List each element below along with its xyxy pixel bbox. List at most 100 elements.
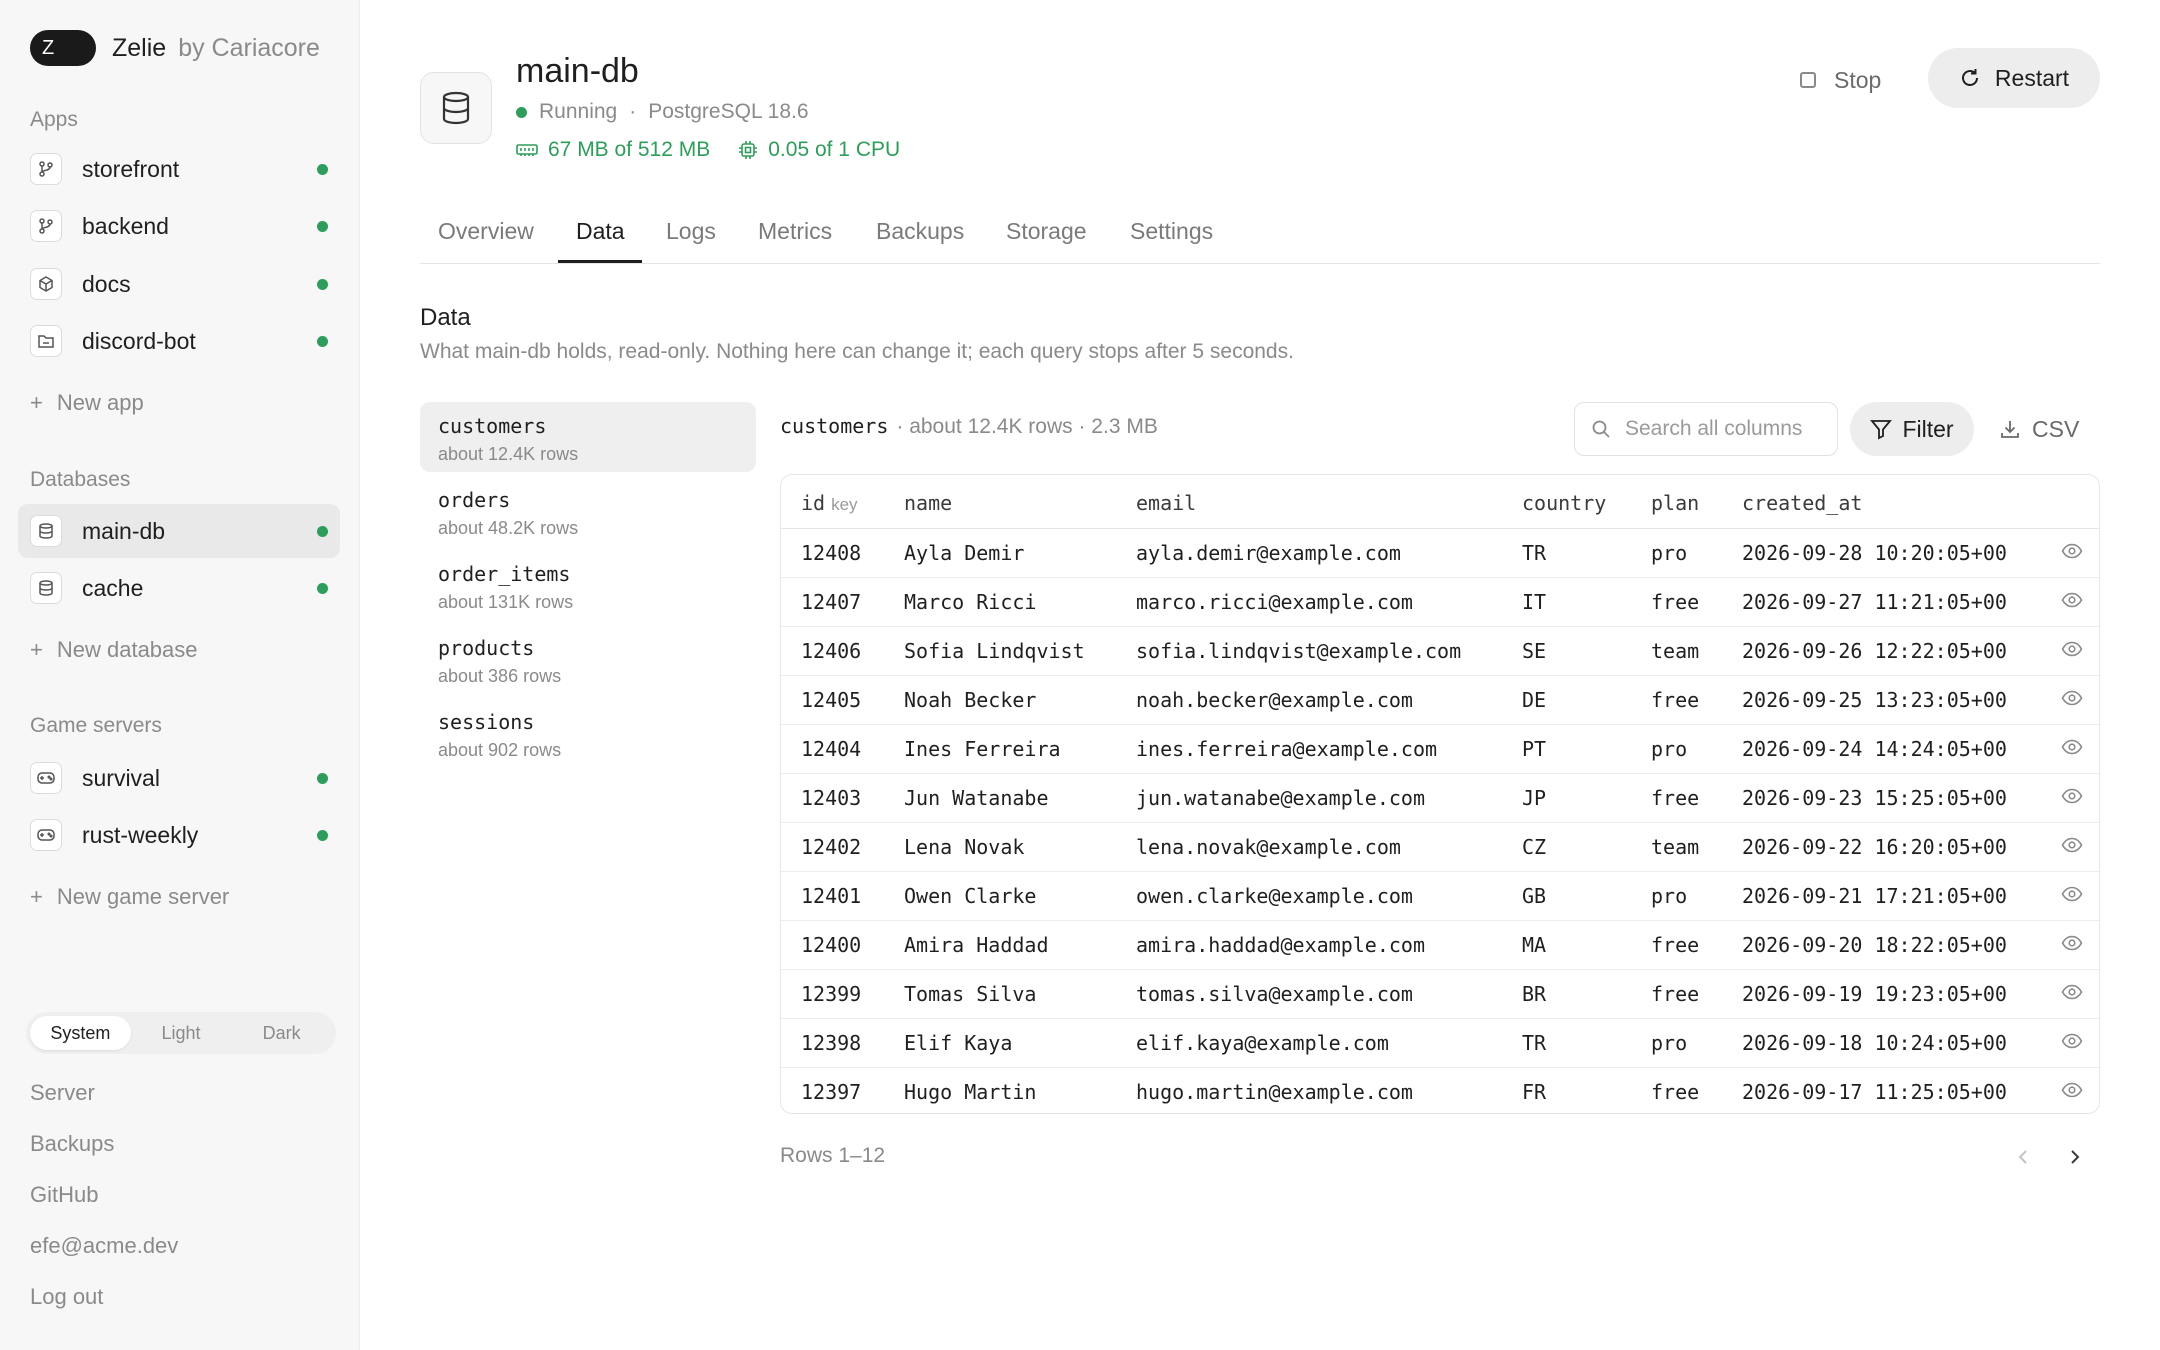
table-row[interactable]: 12404 Ines Ferreira ines.ferreira@example.… <box>781 725 2099 774</box>
table-list-item-customers[interactable]: customers about 12.4K rows <box>420 402 756 472</box>
sidebar-item-discord-bot[interactable]: discord-bot <box>18 314 340 368</box>
plus-icon: + <box>30 390 43 415</box>
stop-button[interactable]: Stop <box>1800 60 1881 100</box>
new-database-link[interactable]: + New database <box>30 637 198 663</box>
view-row-eye-icon[interactable] <box>2061 1033 2083 1054</box>
table-name: customers <box>438 414 547 438</box>
sidebar-item-survival[interactable]: survival <box>18 751 340 805</box>
table-list-item-order-items[interactable]: order_items about 131K rows <box>420 550 756 620</box>
brand[interactable]: Z Zelie by Cariacore <box>30 28 320 68</box>
column-header-created-at[interactable]: created_at <box>1742 491 1862 515</box>
table-row-count: about 131K rows <box>438 592 574 612</box>
table-row[interactable]: 12406 Sofia Lindqvist sofia.lindqvist@exam… <box>781 627 2099 676</box>
database-header-icon <box>420 72 492 144</box>
column-header-plan[interactable]: plan <box>1651 491 1699 515</box>
table-list-item-products[interactable]: products about 386 rows <box>420 624 756 694</box>
cell-name: Ayla Demir <box>904 541 1025 565</box>
view-row-eye-icon[interactable] <box>2061 1082 2083 1103</box>
sidebar: Z Zelie by Cariacore Apps storefront bac… <box>0 0 360 1350</box>
table-row[interactable]: 12399 Tomas Silva tomas.silva@example.com B… <box>781 970 2099 1019</box>
table-list-item-orders[interactable]: orders about 48.2K rows <box>420 476 756 546</box>
new-game-server-link[interactable]: + New game server <box>30 884 229 910</box>
branch-icon <box>30 153 62 185</box>
table-row[interactable]: 12405 Noah Becker noah.becker@example.com D… <box>781 676 2099 725</box>
footer-link-server[interactable]: Server <box>30 1080 95 1106</box>
cell-plan: pro <box>1651 737 1688 761</box>
table-row[interactable]: 12402 Lena Novak lena.novak@example.com CZ t… <box>781 823 2099 872</box>
cell-country: TR <box>1522 1031 1547 1055</box>
column-header-name[interactable]: name <box>904 491 952 515</box>
view-row-eye-icon[interactable] <box>2061 641 2083 662</box>
table-row[interactable]: 12407 Marco Ricci marco.ricci@example.com I… <box>781 578 2099 627</box>
tab-backups[interactable]: Backups <box>876 218 964 263</box>
view-row-eye-icon[interactable] <box>2061 788 2083 809</box>
search-input[interactable] <box>1625 417 1815 441</box>
cell-created-at: 2026-09-17 11:25:05+00 <box>1742 1080 2007 1104</box>
cell-country: SE <box>1522 639 1547 663</box>
cell-country: BR <box>1522 982 1547 1006</box>
sidebar-item-docs[interactable]: docs <box>18 257 340 311</box>
table-row-count: about 48.2K rows <box>438 518 579 538</box>
cell-created-at: 2026-09-25 13:23:05+00 <box>1742 688 2007 712</box>
cell-id: 12401 <box>801 884 862 908</box>
new-app-link[interactable]: + New app <box>30 390 144 416</box>
footer-link-account[interactable]: efe@acme.dev <box>30 1233 178 1259</box>
tab-metrics[interactable]: Metrics <box>758 218 832 263</box>
sidebar-item-backend[interactable]: backend <box>18 199 340 253</box>
table-row[interactable]: 12401 Owen Clarke owen.clarke@example.com G… <box>781 872 2099 921</box>
cell-email: tomas.silva@example.com <box>1136 982 1413 1006</box>
chevron-right-icon <box>2071 1150 2080 1164</box>
tab-logs[interactable]: Logs <box>666 218 716 263</box>
footer-link-github[interactable]: GitHub <box>30 1182 98 1208</box>
tab-settings[interactable]: Settings <box>1130 218 1213 263</box>
cell-email: marco.ricci@example.com <box>1136 590 1413 614</box>
next-page-button[interactable] <box>2060 1142 2090 1172</box>
view-row-eye-icon[interactable] <box>2061 837 2083 858</box>
view-row-eye-icon[interactable] <box>2061 935 2083 956</box>
table-row-count: about 386 rows <box>438 666 562 686</box>
view-row-eye-icon[interactable] <box>2061 739 2083 760</box>
tab-storage[interactable]: Storage <box>1006 218 1087 263</box>
view-row-eye-icon[interactable] <box>2061 690 2083 711</box>
table-name: sessions <box>438 710 535 734</box>
table-row[interactable]: 12397 Hugo Martin hugo.martin@example.com F… <box>781 1068 2099 1113</box>
table-row[interactable]: 12400 Amira Haddad amira.haddad@example.co… <box>781 921 2099 970</box>
tab-data[interactable]: Data <box>576 218 625 263</box>
view-row-eye-icon[interactable] <box>2061 984 2083 1005</box>
status-dot <box>317 279 328 290</box>
sidebar-item-rust-weekly[interactable]: rust-weekly <box>18 808 340 862</box>
footer-link-logout[interactable]: Log out <box>30 1284 103 1310</box>
theme-switch: System Light Dark <box>26 1012 336 1054</box>
footer-link-backups[interactable]: Backups <box>30 1131 114 1157</box>
column-header-country[interactable]: country <box>1522 491 1606 515</box>
search-box[interactable] <box>1574 402 1838 456</box>
sidebar-item-cache[interactable]: cache <box>18 561 340 615</box>
cell-email: noah.becker@example.com <box>1136 688 1413 712</box>
status-dot <box>317 221 328 232</box>
column-header-id[interactable]: id key <box>801 491 858 515</box>
table-row[interactable]: 12408 Ayla Demir ayla.demir@example.com TR p… <box>781 529 2099 578</box>
sidebar-item-storefront[interactable]: storefront <box>18 142 340 196</box>
table-row[interactable]: 12398 Elif Kaya elif.kaya@example.com TR pro… <box>781 1019 2099 1068</box>
prev-page-button[interactable] <box>2008 1142 2038 1172</box>
sidebar-item-main-db[interactable]: main-db <box>18 504 340 558</box>
view-row-eye-icon[interactable] <box>2061 886 2083 907</box>
cell-email: lena.novak@example.com <box>1136 835 1401 859</box>
theme-option-light[interactable]: Light <box>131 1016 232 1050</box>
theme-option-system[interactable]: System <box>30 1016 131 1050</box>
tab-overview[interactable]: Overview <box>438 218 534 263</box>
restart-button[interactable]: Restart <box>1928 48 2100 108</box>
view-row-eye-icon[interactable] <box>2061 543 2083 564</box>
cell-email: hugo.martin@example.com <box>1136 1080 1413 1104</box>
filter-button[interactable]: Filter <box>1850 402 1974 456</box>
status-dot <box>317 583 328 594</box>
column-header-email[interactable]: email <box>1136 491 1196 515</box>
theme-option-dark[interactable]: Dark <box>231 1016 332 1050</box>
download-icon <box>2001 421 2019 438</box>
table-row-count: about 902 rows <box>438 740 562 760</box>
csv-export-button[interactable]: CSV <box>2000 414 2079 444</box>
table-row[interactable]: 12403 Jun Watanabe jun.watanabe@example.co… <box>781 774 2099 823</box>
cell-name: Amira Haddad <box>904 933 1049 957</box>
view-row-eye-icon[interactable] <box>2061 592 2083 613</box>
table-list-item-sessions[interactable]: sessions about 902 rows <box>420 698 756 768</box>
